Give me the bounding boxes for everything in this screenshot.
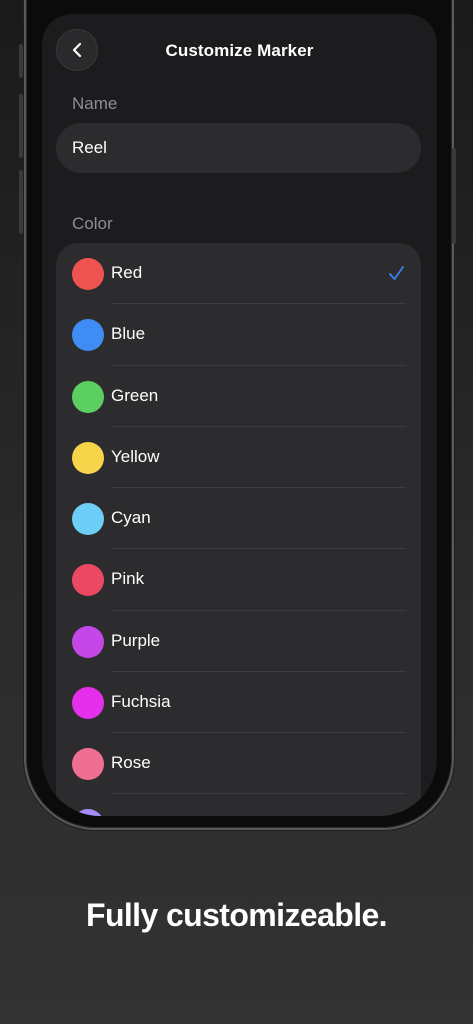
color-option-red[interactable]: Red: [56, 243, 421, 305]
color-option-label: Blue: [111, 324, 146, 344]
color-option-yellow[interactable]: Yellow: [56, 427, 421, 489]
page-title: Customize Marker: [165, 41, 314, 60]
name-section-label: Name: [72, 94, 118, 113]
color-swatch: [72, 686, 104, 719]
color-option-green[interactable]: Green: [56, 366, 421, 428]
color-option-label: Yellow: [111, 446, 160, 466]
side-button: [452, 148, 456, 244]
checkmark-icon: [389, 266, 404, 280]
color-option-label: Cyan: [111, 508, 151, 527]
color-option-purple[interactable]: Purple: [56, 611, 421, 673]
color-swatch: [72, 380, 104, 413]
phone-screen: Customize Marker Name Color Red Blue Gre…: [42, 14, 437, 816]
color-option-label: Pink: [111, 569, 145, 589]
color-swatch: [72, 319, 104, 352]
side-button: [19, 44, 23, 78]
side-button: [19, 94, 23, 158]
color-option-label: Rose: [111, 753, 151, 772]
color-option-cyan[interactable]: Cyan: [56, 488, 421, 550]
color-option-rose[interactable]: Rose: [56, 733, 421, 795]
color-swatch: [72, 564, 104, 597]
color-swatch: [72, 809, 104, 816]
color-option-label: Red: [111, 263, 143, 282]
color-swatch: [72, 258, 104, 290]
marketing-caption: Fully customizeable.: [86, 897, 388, 933]
side-button: [19, 170, 23, 234]
color-swatch: [72, 748, 104, 780]
color-swatch: [72, 503, 104, 535]
color-swatch: [72, 441, 104, 474]
color-swatch: [72, 625, 104, 658]
color-list: Red Blue Green Yellow Cyan Pink Purple F…: [56, 243, 421, 816]
color-option-label: Fuchsia: [111, 691, 171, 711]
navigation-header: Customize Marker: [42, 14, 437, 86]
color-option-item-9[interactable]: [56, 794, 421, 816]
color-option-label: Green: [111, 385, 159, 405]
color-option-fuchsia[interactable]: Fuchsia: [56, 672, 421, 734]
color-option-blue[interactable]: Blue: [56, 304, 421, 366]
color-option-pink[interactable]: Pink: [56, 549, 421, 611]
color-section-label: Color: [72, 214, 113, 233]
color-option-label: Purple: [111, 630, 161, 650]
name-input[interactable]: [56, 123, 421, 173]
